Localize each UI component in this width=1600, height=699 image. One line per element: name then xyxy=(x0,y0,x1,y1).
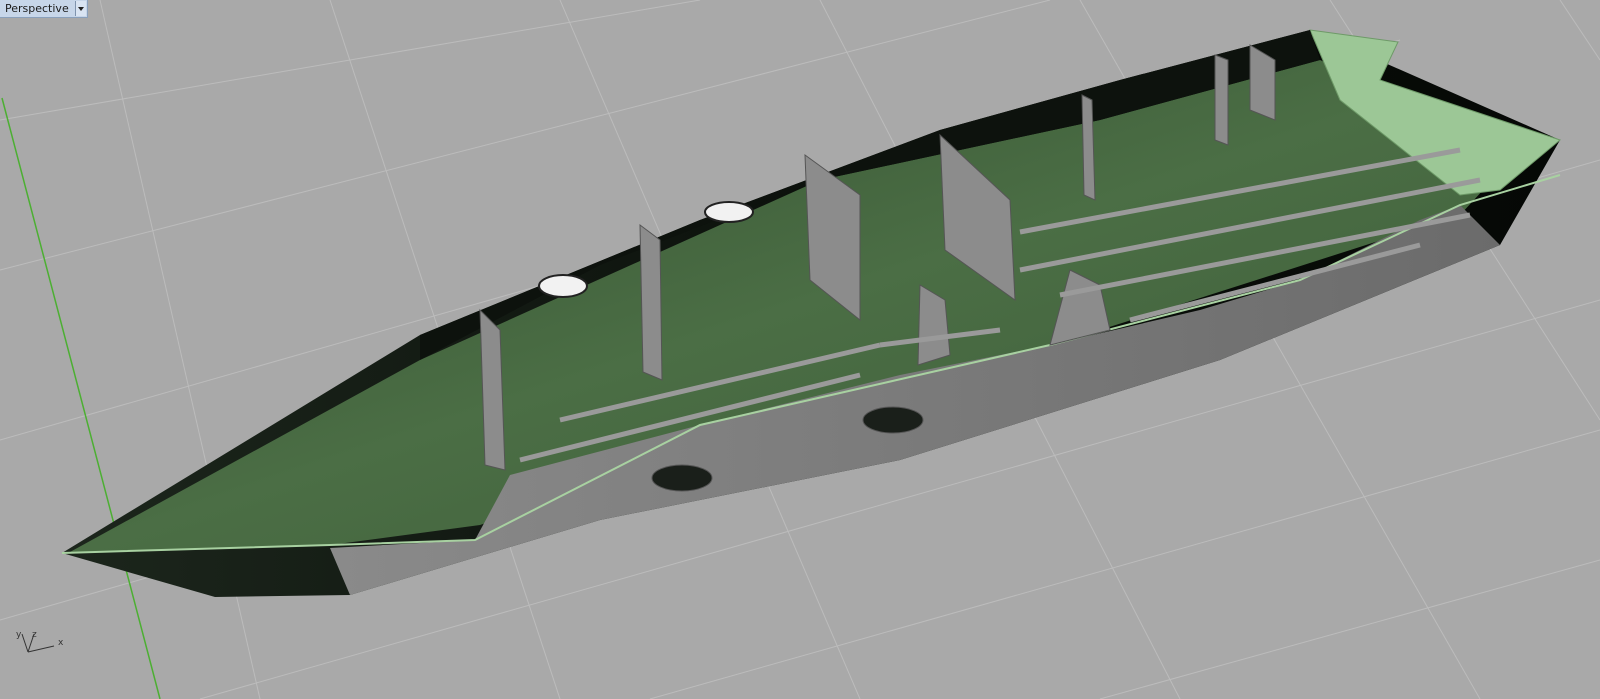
boat-hull-model[interactable] xyxy=(61,29,1562,597)
viewport-title[interactable]: Perspective xyxy=(0,2,75,15)
axis-orientation-widget: y z x xyxy=(14,630,74,660)
viewport-title-tab[interactable]: Perspective xyxy=(0,0,88,18)
perspective-viewport[interactable]: Perspective y z x xyxy=(0,0,1600,699)
viewport-canvas[interactable] xyxy=(0,0,1600,699)
axis-widget-graphic xyxy=(21,633,55,653)
axis-y-label: y xyxy=(16,630,22,640)
axis-x-label: x xyxy=(58,638,64,648)
axis-z-label: z xyxy=(32,630,37,640)
viewport-menu-button[interactable] xyxy=(74,1,86,16)
chevron-down-icon xyxy=(77,6,84,11)
world-y-axis xyxy=(1,97,161,699)
